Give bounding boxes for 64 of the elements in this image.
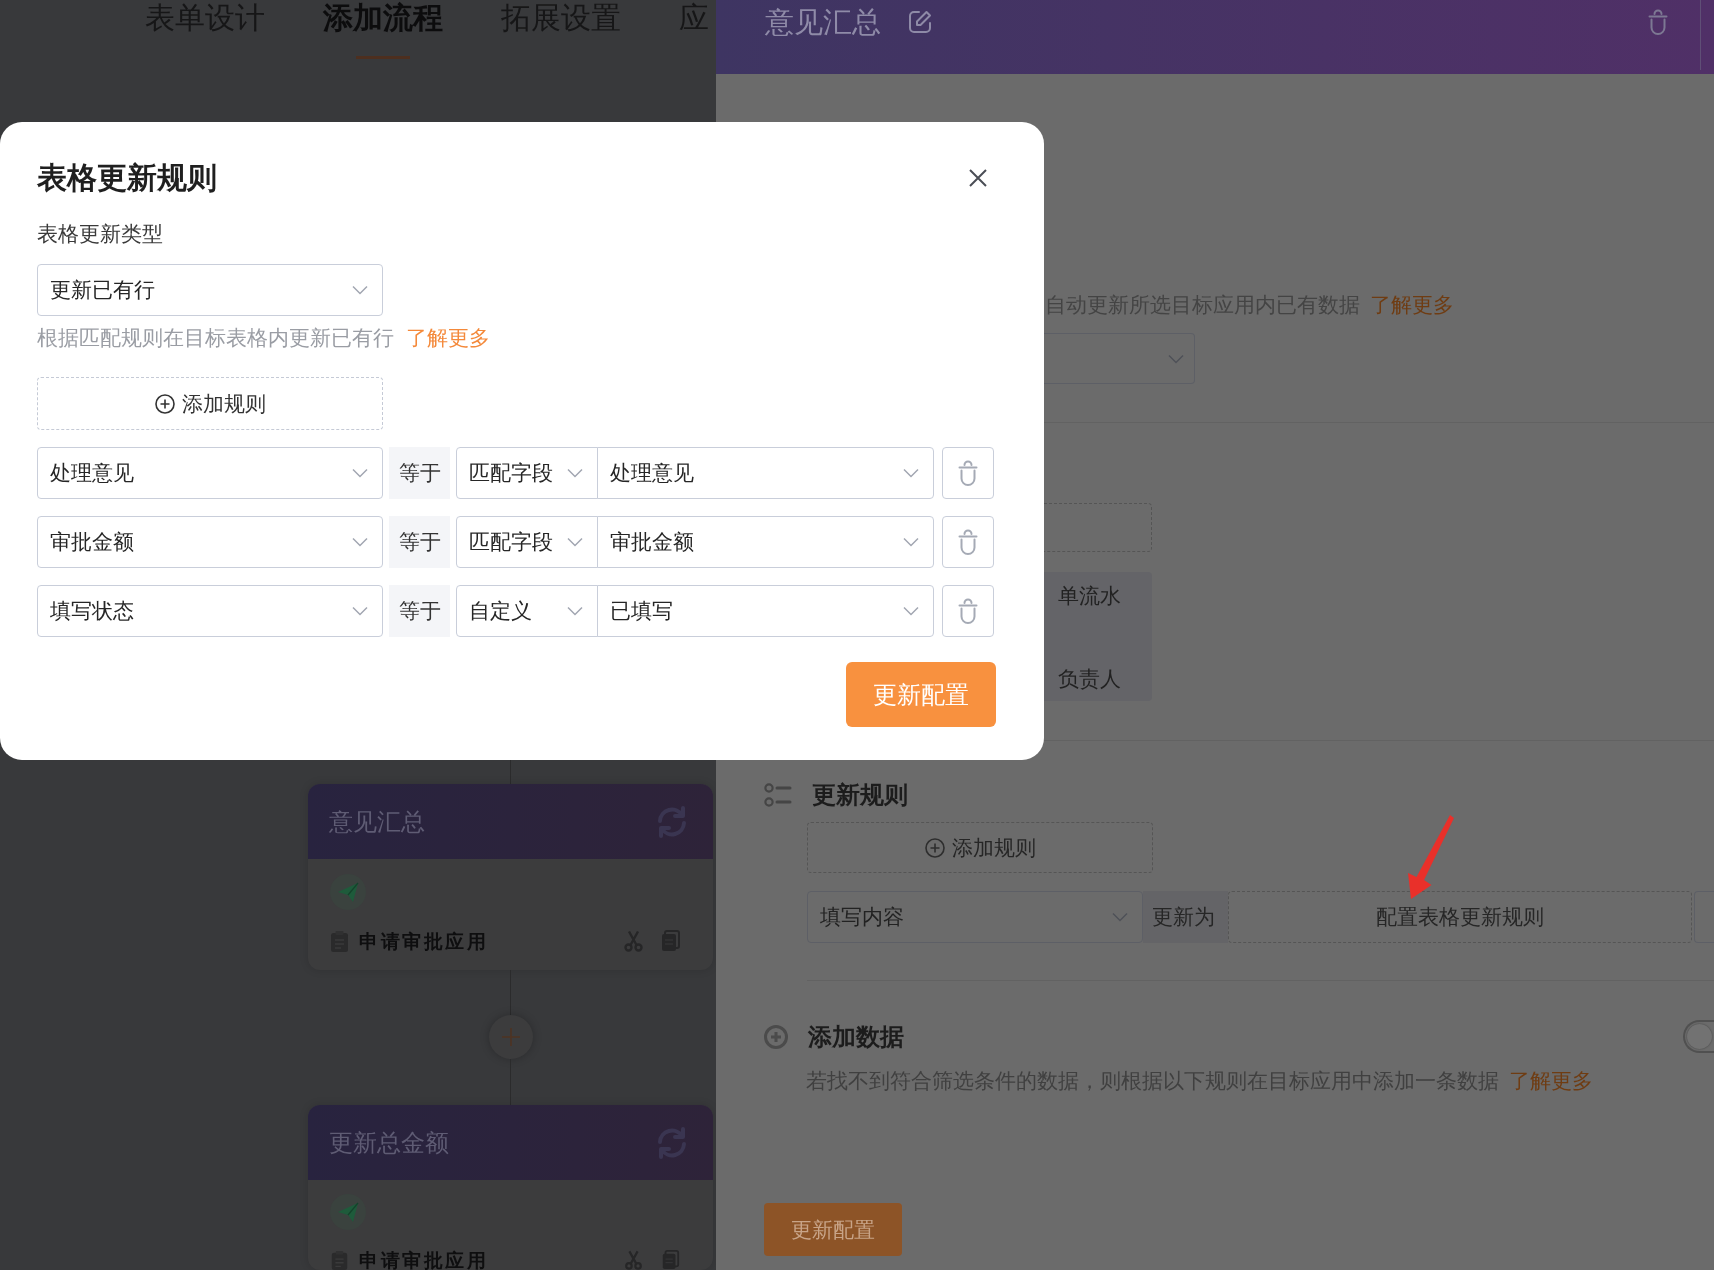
paper-plane-icon <box>330 874 366 910</box>
chevron-down-icon <box>903 606 919 616</box>
edit-icon[interactable] <box>908 10 932 34</box>
chevron-down-icon <box>903 468 919 478</box>
operator-label: 更新为 <box>1143 891 1228 943</box>
trash-icon <box>958 598 978 624</box>
chevron-down-icon <box>352 468 368 478</box>
plus-icon <box>500 1027 521 1047</box>
dropdown[interactable]: 匹配字段 <box>456 447 598 499</box>
update-button[interactable]: 更新配置 <box>764 1203 902 1256</box>
dropdown[interactable]: 填写内容 <box>807 891 1143 943</box>
dialog-title: 表格更新规则 <box>37 162 217 194</box>
node-title: 更新总金额 <box>329 1127 450 1158</box>
dropdown[interactable]: 处理意见 <box>37 447 383 499</box>
refresh-icon <box>655 804 689 839</box>
dropdown[interactable]: 审批金额 <box>597 516 934 568</box>
paper-plane-icon <box>330 1194 366 1230</box>
dropdown[interactable]: 填写状态 <box>37 585 383 637</box>
section-title: 更新规则 <box>812 780 908 810</box>
update-button[interactable]: 更新配置 <box>846 662 996 727</box>
chevron-down-icon <box>903 537 919 547</box>
dropdown[interactable]: 自定义 <box>456 585 598 637</box>
learn-more-link[interactable]: 了解更多 <box>406 326 490 350</box>
hint-text: 根据匹配规则在目标表格内更新已有行 了解更多 <box>37 325 490 352</box>
add-node-button[interactable] <box>488 1015 533 1059</box>
field-label: 表格更新类型 <box>37 222 163 246</box>
learn-more-link[interactable]: 了解更多 <box>1370 293 1454 317</box>
condition-text: 单流水 <box>1058 583 1122 610</box>
delete-button[interactable] <box>942 585 994 637</box>
chevron-down-icon <box>352 537 368 547</box>
chevron-down-icon <box>352 606 368 616</box>
toggle-switch[interactable] <box>1683 1020 1714 1053</box>
dropdown[interactable]: 审批金额 <box>37 516 383 568</box>
condition-text: 负责人 <box>1058 666 1122 693</box>
panel-title: 意见汇总 <box>765 6 881 38</box>
list-icon <box>764 782 792 808</box>
operator-label: 等于 <box>389 447 450 499</box>
dropdown[interactable]: 更新已有行 <box>37 264 383 316</box>
dropdown[interactable]: 匹配字段 <box>456 516 598 568</box>
close-icon <box>968 168 988 188</box>
refresh-icon <box>655 1125 689 1160</box>
chevron-down-icon <box>567 468 583 478</box>
plus-circle-icon <box>154 393 175 414</box>
learn-more-link[interactable]: 了解更多 <box>1509 1069 1593 1093</box>
chevron-down-icon <box>567 606 583 616</box>
trash-icon <box>958 460 978 486</box>
trash-icon[interactable] <box>1648 9 1668 35</box>
node-title: 意见汇总 <box>329 806 426 837</box>
trash-icon <box>958 529 978 555</box>
plus-circle-icon <box>764 1024 788 1049</box>
chevron-down-icon <box>1112 912 1128 922</box>
chevron-down-icon <box>1168 353 1184 364</box>
chevron-down-icon <box>352 285 368 295</box>
section-title: 添加数据 <box>808 1021 904 1052</box>
plus-circle-icon <box>924 837 945 858</box>
add-rule-button[interactable]: 添加规则 <box>807 822 1153 873</box>
chevron-down-icon <box>567 537 583 547</box>
operator-label: 等于 <box>389 585 450 637</box>
operator-label: 等于 <box>389 516 450 568</box>
delete-button[interactable] <box>942 447 994 499</box>
dropdown[interactable]: 已填写 <box>597 585 934 637</box>
add-rule-button[interactable]: 添加规则 <box>37 377 383 430</box>
dropdown[interactable]: 处理意见 <box>597 447 934 499</box>
delete-button[interactable] <box>942 516 994 568</box>
